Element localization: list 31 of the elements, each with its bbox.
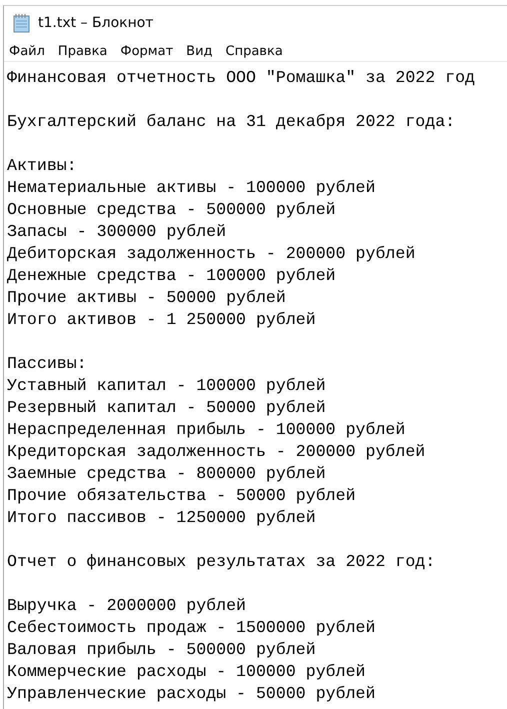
text-line: Валовая прибыль - 500000 рублей [7,639,316,661]
window-title: t1.txt – Блокнот [38,15,154,31]
text-line: Резервный капитал - 50000 рублей [7,397,326,419]
menu-item[interactable]: Вид [186,44,213,61]
text-line: Отчет о финансовых результатах за 2022 год: [7,551,436,573]
text-line: Активы: [7,155,77,177]
text-line: Заемные средства - 800000 рублей [7,463,326,485]
text-line: Прочие обязательства - 50000 рублей [7,485,356,507]
text-line: Основные средства - 500000 рублей [7,199,336,221]
text-line: Финансовая отчетность ООО "Ромашка" за 2022 год [7,67,476,89]
menu-item[interactable]: Правка [58,44,108,61]
text-line: Прочие активы - 50000 рублей [7,287,286,309]
text-line: Бухгалтерский баланс на 31 декабря 2022 года: [7,111,456,133]
text-line: Дебиторская задолженность - 200000 рублей [7,243,416,265]
menu-item[interactable]: Формат [120,44,174,61]
text-line: Управленческие расходы - 50000 рублей [7,683,376,705]
text-line: Коммерческие расходы - 100000 рублей [7,661,366,683]
text-line: Уставный капитал - 100000 рублей [7,375,326,397]
text-line: Итого активов - 1 250000 рублей [7,309,316,331]
text-line: Кредиторская задолженность - 200000 рублей [7,441,426,463]
text-line: Пассивы: [7,353,87,375]
text-line: Итого пассивов - 1250000 рублей [7,507,316,529]
text-line: Нематериальные активы - 100000 рублей [7,177,376,199]
text-line: Денежные средства - 100000 рублей [7,265,336,287]
notepad-icon [12,13,32,33]
text-line: Себестоимость продаж - 1500000 рублей [7,617,376,639]
menu-item[interactable]: Файл [9,44,45,61]
text-line: Нераспределенная прибыль - 100000 рублей [7,419,406,441]
text-line: Запасы - 300000 рублей [7,221,226,243]
menu-item[interactable]: Справка [226,44,283,61]
text-line: Выручка - 2000000 рублей [7,595,246,617]
